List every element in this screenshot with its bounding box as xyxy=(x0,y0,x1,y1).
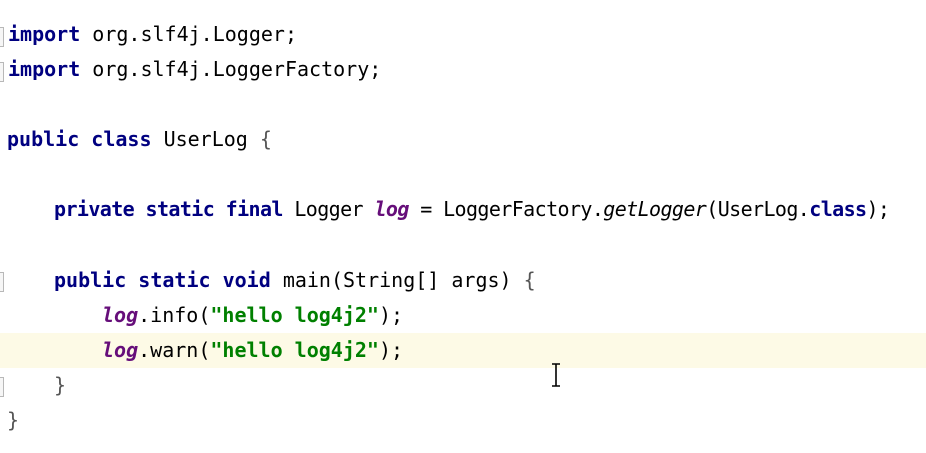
code-editor[interactable]: import org.slf4j.Logger; import org.slf4… xyxy=(0,0,926,453)
code-line-method-close[interactable]: } xyxy=(0,368,926,403)
string-literal: "hello log4j2" xyxy=(210,338,379,362)
code-line-2[interactable]: import org.slf4j.LoggerFactory; xyxy=(0,52,926,87)
keyword-public: public xyxy=(54,268,127,292)
import-path: org.slf4j.Logger; xyxy=(80,22,297,46)
call-close: ); xyxy=(866,197,890,221)
method-getlogger: getLogger xyxy=(603,197,707,221)
keyword-import: import xyxy=(8,22,81,46)
keyword-final: final xyxy=(225,197,284,221)
close-brace: } xyxy=(54,373,67,397)
open-brace: { xyxy=(523,268,536,292)
code-line-log-warn-current[interactable]: log.warn("hello log4j2"); xyxy=(0,333,926,368)
keyword-public: public xyxy=(7,127,80,151)
call-args-open: (UserLog. xyxy=(706,197,810,221)
code-line-class-decl[interactable]: public class UserLog { xyxy=(0,122,926,157)
code-line-1[interactable]: import org.slf4j.Logger; xyxy=(0,17,926,52)
factory-class: LoggerFactory. xyxy=(443,197,604,221)
method-call: .warn( xyxy=(138,338,211,362)
close-brace: } xyxy=(7,408,20,432)
string-literal: "hello log4j2" xyxy=(210,303,379,327)
code-line-main-decl[interactable]: public static void main(String[] args) { xyxy=(0,263,926,298)
field-log: log xyxy=(374,197,409,221)
field-log: log xyxy=(102,338,139,362)
method-call: .info( xyxy=(138,303,211,327)
code-line-logger-field[interactable]: private static final Logger log = Logger… xyxy=(0,192,926,227)
keyword-static: static xyxy=(145,197,215,221)
code-line-class-close[interactable]: } xyxy=(0,403,926,438)
assign-operator: = xyxy=(408,197,444,221)
class-name: UserLog xyxy=(163,127,248,151)
field-log: log xyxy=(102,303,139,327)
type-name: Logger xyxy=(294,197,363,221)
keyword-private: private xyxy=(54,197,135,221)
call-end: ); xyxy=(378,303,404,327)
keyword-class-literal: class xyxy=(809,197,867,221)
keyword-void: void xyxy=(222,268,271,292)
method-signature: main(String[] args) xyxy=(282,268,512,292)
call-end: ); xyxy=(378,338,404,362)
open-brace: { xyxy=(259,127,272,151)
keyword-import: import xyxy=(8,57,81,81)
text-cursor-icon xyxy=(552,363,560,387)
import-path: org.slf4j.LoggerFactory; xyxy=(80,57,382,81)
keyword-class: class xyxy=(91,127,152,151)
keyword-static: static xyxy=(138,268,211,292)
code-line-log-info[interactable]: log.info("hello log4j2"); xyxy=(0,298,926,333)
